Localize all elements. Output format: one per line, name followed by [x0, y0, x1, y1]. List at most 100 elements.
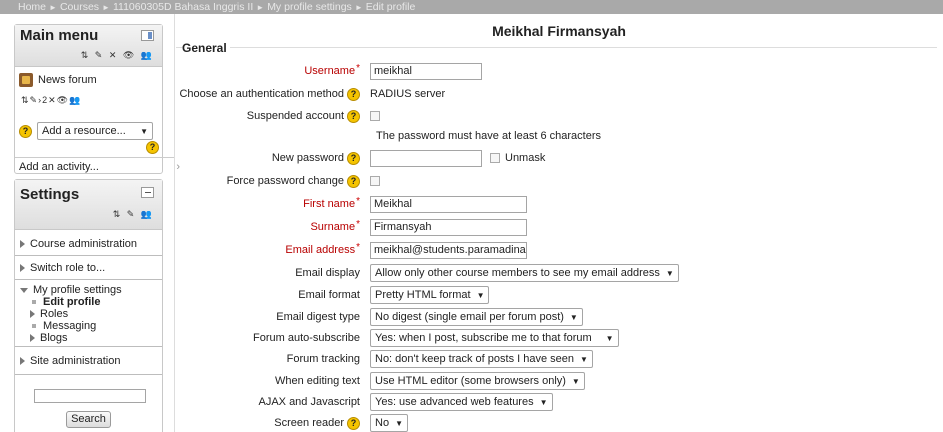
auto-subscribe-value: Yes: when I post, subscribe me to that f…	[375, 332, 592, 344]
blogs-item[interactable]: Blogs	[20, 332, 162, 344]
news-forum-item[interactable]: News forum	[19, 71, 158, 89]
breadcrumb-profile-settings[interactable]: My profile settings	[267, 1, 352, 13]
auto-subscribe-row: Forum auto-subscribe Yes: when I post, s…	[176, 328, 619, 348]
first-name-label: First name *	[176, 196, 366, 211]
settings-search-input[interactable]	[34, 389, 146, 403]
breadcrumb-course[interactable]: 111060305D Bahasa Inggris II	[113, 1, 253, 13]
fieldset-legend: General	[182, 41, 230, 55]
surname-row: Surname * Firmansyah	[176, 217, 527, 237]
fieldset-border	[176, 47, 937, 48]
new-password-row: New password? Unmask	[176, 148, 545, 168]
breadcrumb-separator-icon: ►	[354, 3, 363, 12]
help-icon[interactable]: ?	[347, 87, 360, 101]
help-icon[interactable]: ?	[347, 416, 360, 430]
breadcrumb-separator-icon: ►	[49, 3, 57, 12]
my-profile-settings-item[interactable]: My profile settings	[20, 284, 162, 296]
chevron-down-icon: ▼	[140, 126, 148, 136]
site-administration-item[interactable]: Site administration	[15, 347, 162, 375]
breadcrumb-edit-profile: Edit profile	[365, 1, 416, 13]
block-edit-icons[interactable]: ⇅ ✎ ✕ 👁 👥	[81, 50, 154, 61]
email-format-row: Email format Pretty HTML format ▼	[176, 285, 490, 305]
news-edit-icons[interactable]: ⇅✎›2✕👁👥	[21, 95, 158, 106]
chevron-down-icon: ▼	[571, 376, 580, 386]
main-menu-title: Main menu	[20, 27, 99, 44]
settings-title: Settings	[20, 186, 80, 203]
dock-icon[interactable]	[141, 30, 154, 41]
ajax-select[interactable]: Yes: use advanced web features ▼	[370, 393, 553, 411]
ajax-label-text: AJAX and Javascript	[258, 396, 361, 408]
auth-label-text: Choose an authentication method	[179, 88, 344, 100]
required-icon: *	[356, 241, 360, 253]
email-format-value: Pretty HTML format	[375, 289, 471, 301]
suspended-row: Suspended account?	[176, 106, 380, 126]
editing-label-text: When editing text	[275, 375, 360, 387]
forum-tracking-select[interactable]: No: don't keep track of posts I have see…	[370, 350, 593, 368]
email-format-select[interactable]: Pretty HTML format ▼	[370, 286, 490, 304]
required-icon: *	[356, 218, 360, 230]
email-digest-row: Email digest type No digest (single emai…	[176, 307, 583, 327]
email-digest-label-text: Email digest type	[276, 311, 360, 323]
first-name-label-text: First name	[303, 198, 356, 210]
column-divider	[174, 14, 175, 432]
editing-value: Use HTML editor (some browsers only)	[375, 375, 566, 387]
new-password-field[interactable]	[370, 149, 482, 167]
chevron-down-icon: ▼	[605, 333, 614, 343]
ajax-label: AJAX and Javascript	[176, 396, 366, 408]
help-icon[interactable]: ?	[347, 151, 360, 165]
unmask-checkbox[interactable]	[490, 153, 500, 163]
chevron-down-icon: ▼	[395, 418, 403, 428]
roles-item[interactable]: Roles	[20, 308, 162, 320]
force-password-label: Force password change?	[176, 174, 366, 188]
email-format-label-text: Email format	[298, 289, 360, 301]
force-password-checkbox[interactable]	[370, 176, 380, 186]
force-password-label-text: Force password change	[226, 175, 344, 187]
unmask-label: Unmask	[505, 152, 546, 164]
email-display-select[interactable]: Allow only other course members to see m…	[370, 264, 679, 282]
first-name-field[interactable]: Meikhal	[370, 195, 527, 213]
auto-subscribe-select[interactable]: Yes: when I post, subscribe me to that f…	[370, 329, 619, 347]
email-field[interactable]: meikhal@students.paramadina.ac	[370, 241, 527, 259]
suspended-label-text: Suspended account	[246, 110, 344, 122]
auth-row: Choose an authentication method? RADIUS …	[176, 84, 445, 104]
search-button[interactable]: Search	[66, 411, 111, 428]
expand-arrow-icon	[20, 356, 25, 365]
add-resource-select[interactable]: Add a resource... ▼	[37, 122, 153, 140]
breadcrumb-courses[interactable]: Courses	[60, 1, 99, 13]
suspended-checkbox[interactable]	[370, 111, 380, 121]
site-administration-label: Site administration	[30, 354, 121, 367]
editing-select[interactable]: Use HTML editor (some browsers only) ▼	[370, 372, 585, 390]
my-profile-settings-group: My profile settings Edit profile Roles M…	[15, 280, 162, 347]
messaging-item[interactable]: Messaging	[20, 320, 162, 332]
auth-label: Choose an authentication method?	[176, 87, 366, 101]
email-digest-select[interactable]: No digest (single email per forum post) ▼	[370, 308, 583, 326]
edit-profile-item[interactable]: Edit profile	[20, 296, 162, 308]
unmask-toggle[interactable]: Unmask	[490, 152, 545, 164]
email-display-label: Email display	[176, 267, 366, 279]
help-icon[interactable]: ?	[19, 124, 32, 138]
screen-reader-value: No	[375, 417, 390, 429]
course-administration-item[interactable]: Course administration	[15, 232, 162, 256]
help-icon[interactable]: ?	[146, 141, 159, 154]
force-password-row: Force password change?	[176, 171, 380, 191]
email-digest-label: Email digest type	[176, 311, 366, 323]
blogs-label: Blogs	[40, 332, 68, 344]
breadcrumb: Home ► Courses ► 111060305D Bahasa Inggris I…	[0, 0, 943, 14]
help-icon[interactable]: ?	[347, 174, 360, 188]
chevron-down-icon: ▼	[665, 268, 674, 278]
add-activity-select[interactable]: Add an activity... ›	[15, 157, 180, 175]
username-field[interactable]: meikhal	[370, 62, 482, 80]
forum-icon	[19, 73, 33, 87]
switch-role-item[interactable]: Switch role to...	[15, 256, 162, 280]
help-icon[interactable]: ?	[347, 109, 360, 123]
collapse-icon[interactable]	[141, 187, 154, 198]
add-resource-value: Add a resource...	[42, 125, 126, 137]
screen-reader-select[interactable]: No ▼	[370, 414, 408, 432]
add-resource-row: ? Add a resource... ▼	[19, 122, 158, 140]
switch-role-label: Switch role to...	[30, 261, 106, 274]
block-edit-icons[interactable]: ⇅ ✎ 👥	[113, 209, 154, 220]
news-forum-link[interactable]: News forum	[38, 74, 97, 86]
forum-tracking-value: No: don't keep track of posts I have see…	[375, 353, 574, 365]
surname-field[interactable]: Firmansyah	[370, 218, 527, 236]
username-label-text: Username	[304, 65, 356, 77]
breadcrumb-home[interactable]: Home	[18, 1, 46, 13]
